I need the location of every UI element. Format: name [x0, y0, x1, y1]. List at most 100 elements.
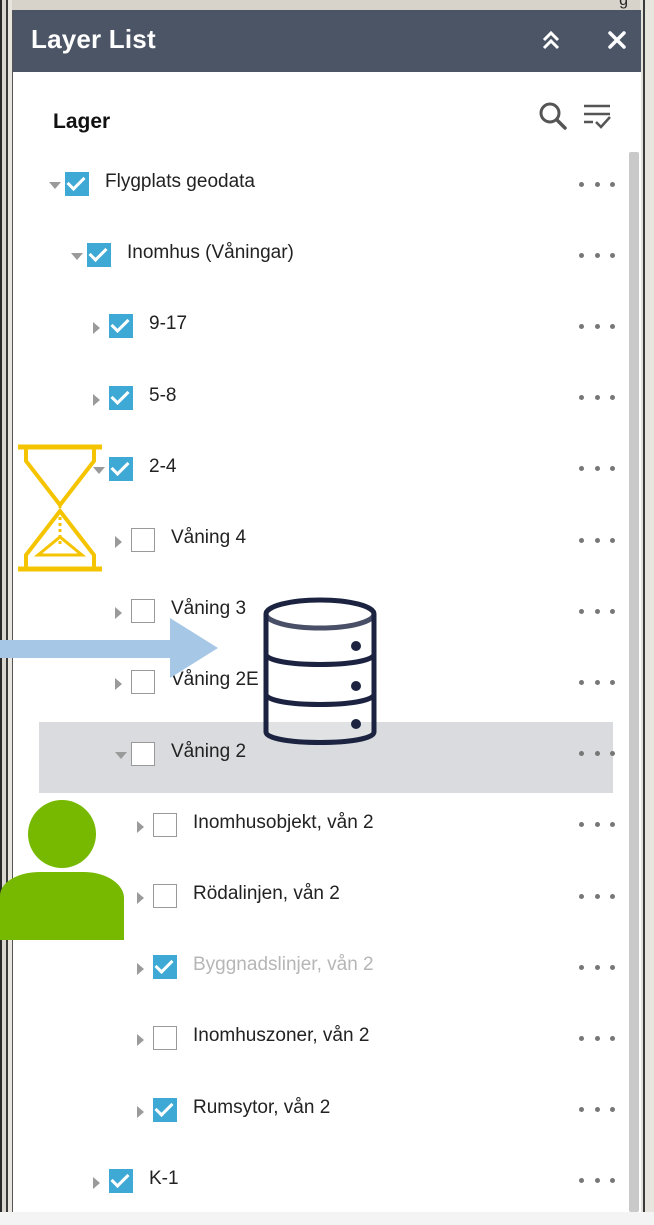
layer-label: Inomhuszoner, vån 2 — [193, 1025, 370, 1047]
layer-visibility-checkbox[interactable] — [131, 741, 155, 766]
more-dots-icon — [594, 608, 600, 614]
panel-title: Layer List — [31, 24, 156, 54]
caret-right-icon[interactable] — [137, 892, 144, 904]
layer-visibility-checkbox[interactable] — [153, 1097, 177, 1122]
layer-visibility-checkbox[interactable] — [131, 528, 155, 552]
filter-list-icon — [584, 104, 611, 129]
layer-row[interactable]: Inomhuszoner, vån 2 — [13, 1006, 641, 1077]
more-dots-icon — [579, 537, 584, 543]
caret-right-icon[interactable] — [137, 1034, 144, 1047]
layer-visibility-checkbox[interactable] — [153, 955, 177, 980]
more-dots-icon — [594, 252, 600, 258]
map-label-fragment: g — [619, 0, 628, 9]
caret-down-icon[interactable] — [115, 751, 127, 759]
more-dots-icon — [594, 181, 600, 187]
more-dots-icon — [579, 395, 584, 401]
more-dots-icon — [594, 822, 600, 828]
more-dots-icon — [594, 537, 600, 543]
layer-visibility-checkbox[interactable] — [109, 314, 133, 339]
layer-visibility-checkbox[interactable] — [87, 243, 111, 268]
layer-options-button[interactable] — [579, 601, 615, 621]
layer-row[interactable]: 2-4 — [13, 437, 641, 508]
caret-right-icon[interactable] — [137, 963, 144, 976]
caret-down-icon[interactable] — [71, 253, 83, 261]
layer-visibility-checkbox[interactable] — [153, 884, 177, 908]
layers-toolbar: Lager — [13, 72, 641, 158]
layer-row[interactable]: Inomhus (Våningar) — [13, 223, 641, 294]
layer-options-button[interactable] — [579, 316, 615, 336]
layer-options-button[interactable] — [579, 530, 615, 550]
layer-options-button[interactable] — [579, 744, 615, 764]
layer-options-button[interactable] — [579, 815, 615, 835]
layer-options-button[interactable] — [579, 1171, 615, 1191]
more-dots-icon — [594, 751, 600, 757]
layer-options-button[interactable] — [579, 459, 615, 479]
layer-label: 9-17 — [149, 313, 188, 335]
search-button[interactable] — [537, 100, 569, 132]
caret-right-icon[interactable] — [137, 1105, 144, 1118]
layer-label: 2-4 — [149, 455, 177, 477]
more-dots-icon — [610, 1107, 615, 1113]
more-dots-icon — [610, 395, 615, 401]
caret-right-icon[interactable] — [93, 1176, 100, 1189]
scrollbar[interactable] — [629, 152, 639, 1212]
layer-options-button[interactable] — [579, 672, 615, 692]
more-dots-icon — [579, 964, 584, 970]
layer-label: 5-8 — [149, 384, 177, 406]
layer-options-button[interactable] — [579, 886, 615, 906]
layer-label: Rödalinjen, vån 2 — [193, 883, 340, 904]
layer-row[interactable]: Byggnadslinjer, vån 2 — [13, 935, 641, 1006]
layer-visibility-checkbox[interactable] — [153, 812, 177, 837]
layer-row[interactable]: K-1 — [13, 1149, 641, 1220]
layer-options-button[interactable] — [579, 174, 615, 194]
caret-down-icon[interactable] — [49, 182, 61, 189]
close-button[interactable] — [601, 24, 633, 56]
layer-options-button[interactable] — [579, 957, 615, 977]
layer-visibility-checkbox[interactable] — [109, 385, 133, 410]
more-dots-icon — [610, 252, 615, 258]
more-dots-icon — [579, 252, 584, 258]
more-dots-icon — [594, 323, 600, 329]
more-dots-icon — [610, 323, 615, 329]
more-dots-icon — [579, 1107, 584, 1113]
layer-row[interactable]: Flygplats geodata — [13, 152, 641, 223]
layer-options-button[interactable] — [579, 388, 615, 408]
more-dots-icon — [610, 466, 615, 472]
layer-row[interactable]: 9-17 — [13, 294, 641, 365]
more-dots-icon — [579, 679, 584, 685]
more-dots-icon — [594, 1107, 600, 1113]
more-dots-icon — [579, 323, 584, 329]
layer-row[interactable]: Våning 4 — [13, 508, 641, 579]
filter-button[interactable] — [581, 100, 613, 132]
more-dots-icon — [579, 751, 584, 757]
layer-visibility-checkbox[interactable] — [109, 456, 133, 481]
more-dots-icon — [610, 822, 615, 828]
more-dots-icon — [579, 181, 584, 187]
layer-row[interactable]: Rumsytor, vån 2 — [13, 1078, 641, 1149]
close-icon — [608, 31, 626, 49]
map-background-right — [640, 0, 654, 1225]
caret-right-icon[interactable] — [137, 820, 144, 833]
layer-row[interactable]: 5-8 — [13, 366, 641, 437]
more-dots-icon — [610, 893, 615, 899]
more-dots-icon — [594, 466, 600, 472]
layer-label: Flygplats geodata — [105, 171, 255, 192]
more-dots-icon — [579, 1035, 584, 1041]
caret-right-icon[interactable] — [93, 393, 100, 406]
layer-label: Våning 2 — [171, 740, 247, 762]
collapse-button[interactable] — [535, 24, 567, 56]
layer-label: Inomhus (Våningar) — [127, 242, 294, 264]
layer-visibility-checkbox[interactable] — [153, 1026, 177, 1051]
caret-right-icon[interactable] — [93, 322, 100, 335]
panel-header: Layer List — [13, 10, 641, 72]
layer-visibility-checkbox[interactable] — [65, 172, 89, 196]
screenshot-stage: Layer List Lager Flygplats geodata Inomh… — [0, 0, 654, 1225]
layer-options-button[interactable] — [579, 1100, 615, 1120]
more-dots-icon — [594, 893, 600, 899]
layer-options-button[interactable] — [579, 245, 615, 265]
layer-options-button[interactable] — [579, 1028, 615, 1048]
caret-right-icon[interactable] — [115, 536, 122, 548]
layer-visibility-checkbox[interactable] — [109, 1168, 133, 1193]
arrow-right-icon — [0, 616, 220, 685]
layer-label: Rumsytor, vån 2 — [193, 1096, 331, 1118]
